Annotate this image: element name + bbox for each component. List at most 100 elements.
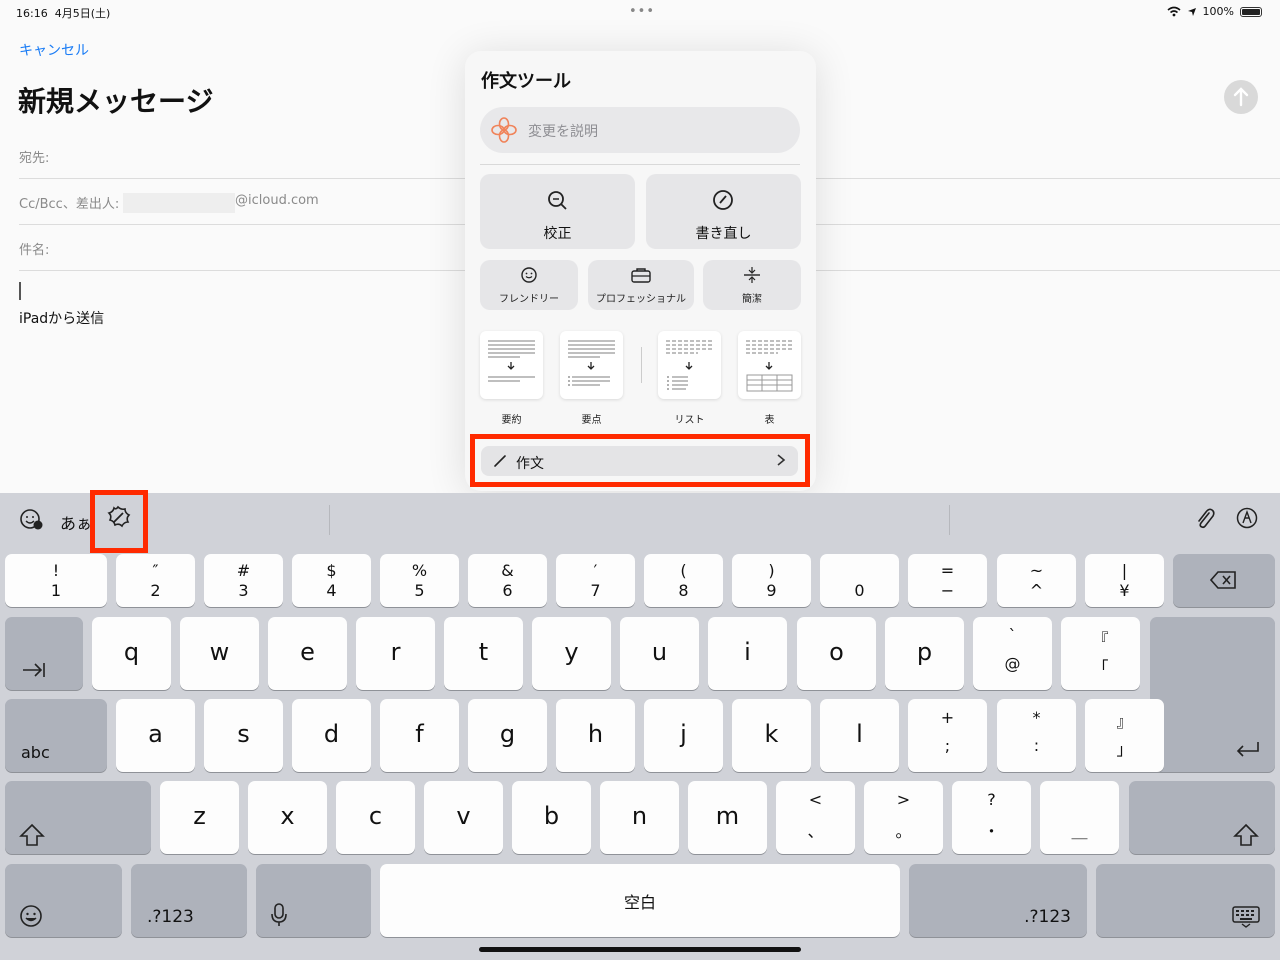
key-q-extra-1[interactable]: 『「 <box>1061 617 1140 690</box>
list-card[interactable] <box>658 331 721 399</box>
key-g[interactable]: g <box>468 699 547 772</box>
paperclip-icon[interactable] <box>1194 507 1216 531</box>
key-i[interactable]: i <box>708 617 787 690</box>
key-q-extra-0[interactable]: ` @ <box>973 617 1052 690</box>
key-t[interactable]: t <box>444 617 523 690</box>
table-card[interactable] <box>738 331 801 399</box>
emoji-search-icon[interactable] <box>19 508 45 532</box>
key-y[interactable]: y <box>532 617 611 690</box>
key-num-10[interactable]: = − <box>908 554 987 607</box>
wifi-icon <box>1167 6 1181 17</box>
key-points-card[interactable] <box>560 331 623 399</box>
cancel-button[interactable]: キャンセル <box>19 40 89 60</box>
key-y-label: y <box>564 638 579 666</box>
key-r[interactable]: r <box>356 617 435 690</box>
key-m[interactable]: m <box>688 781 767 854</box>
key-v[interactable]: v <box>424 781 503 854</box>
key-s[interactable]: s <box>204 699 283 772</box>
key-num-1[interactable]: ″ 2 <box>116 554 195 607</box>
ime-toggle[interactable]: あぁ <box>60 510 92 534</box>
key-num-3-bottom-label: 4 <box>326 581 337 600</box>
key-p[interactable]: p <box>885 617 964 690</box>
proofread-button[interactable]: 校正 <box>480 174 635 249</box>
toolbar-separator <box>949 505 950 535</box>
delete-key[interactable] <box>1173 554 1275 607</box>
abc-key[interactable]: abc <box>5 699 107 772</box>
key-o[interactable]: o <box>797 617 876 690</box>
key-num-9[interactable]: 0 <box>820 554 899 607</box>
shift-key-right[interactable] <box>1129 781 1275 854</box>
summary-card[interactable] <box>480 331 543 399</box>
key-b[interactable]: b <box>512 781 591 854</box>
key-num-10-top-label: = <box>940 561 955 580</box>
key-num-7[interactable]: (8 <box>644 554 723 607</box>
key-f[interactable]: f <box>380 699 459 772</box>
friendly-button[interactable]: フレンドリー <box>480 260 578 310</box>
shift-key-left[interactable] <box>5 781 151 854</box>
key-u[interactable]: u <box>620 617 699 690</box>
multitasking-dots-icon[interactable]: ••• <box>629 4 655 19</box>
key-h[interactable]: h <box>556 699 635 772</box>
key-z-extra-1[interactable]: >。 <box>864 781 943 854</box>
key-f-label: f <box>415 720 424 748</box>
key-j[interactable]: j <box>644 699 723 772</box>
key-z-extra-0[interactable]: <、 <box>776 781 855 854</box>
numbers-key-left[interactable]: .?123 <box>131 864 247 937</box>
key-num-0[interactable]: ! 1 <box>5 554 107 607</box>
key-a-extra-1[interactable]: *: <box>997 699 1076 772</box>
return-key[interactable] <box>1150 617 1275 772</box>
key-num-3-top-label: $ <box>326 561 337 580</box>
shift-icon <box>1233 823 1259 846</box>
rewrite-button[interactable]: 書き直し <box>646 174 801 249</box>
delete-icon <box>1210 571 1236 589</box>
key-n[interactable]: n <box>600 781 679 854</box>
key-num-4[interactable]: % 5 <box>380 554 459 607</box>
key-z[interactable]: z <box>160 781 239 854</box>
key-t-label: t <box>478 638 489 666</box>
key-k[interactable]: k <box>732 699 811 772</box>
list-label: リスト <box>674 415 705 426</box>
key-num-8[interactable]: ) 9 <box>732 554 811 607</box>
key-num-5[interactable]: & 6 <box>468 554 547 607</box>
professional-button[interactable]: プロフェッショナル <box>588 260 694 310</box>
key-a-extra-2[interactable]: 』」 <box>1085 699 1164 772</box>
emoji-key[interactable] <box>5 864 122 937</box>
key-q[interactable]: q <box>92 617 171 690</box>
numbers-key-right[interactable]: .?123 <box>909 864 1087 937</box>
signature-text[interactable]: iPadから送信 <box>19 308 104 328</box>
key-a[interactable]: a <box>116 699 195 772</box>
key-num-12[interactable]: | ¥ <box>1085 554 1164 607</box>
key-num-2-top-label: # <box>236 561 251 580</box>
key-a-extra-0[interactable]: +; <box>908 699 987 772</box>
text-cursor <box>19 282 21 300</box>
concise-button[interactable]: 簡潔 <box>703 260 801 310</box>
send-button[interactable] <box>1224 80 1258 114</box>
key-k-label: k <box>764 720 779 748</box>
key-num-3[interactable]: $4 <box>292 554 371 607</box>
tab-key[interactable] <box>5 617 83 690</box>
key-num-11[interactable]: ~ ^ <box>997 554 1076 607</box>
key-x[interactable]: x <box>248 781 327 854</box>
key-x-label: x <box>280 802 295 830</box>
key-num-0-top-label: ! <box>52 561 60 580</box>
markup-pen-icon[interactable] <box>1236 507 1258 529</box>
key-d[interactable]: d <box>292 699 371 772</box>
key-l[interactable]: l <box>820 699 899 772</box>
dismiss-keyboard-key[interactable] <box>1096 864 1275 937</box>
describe-change-input[interactable]: 変更を説明 <box>480 107 800 153</box>
space-key[interactable]: 空白 <box>380 864 900 937</box>
key-w[interactable]: w <box>180 617 259 690</box>
key-w-label: w <box>209 638 230 666</box>
key-z-label: z <box>193 802 206 830</box>
summary-doc-icon <box>488 340 535 382</box>
key-num-2[interactable]: #3 <box>204 554 283 607</box>
key-z-extra-2[interactable]: ? ・ <box>952 781 1031 854</box>
key-z-extra-3[interactable]: ＿ <box>1040 781 1119 854</box>
key-num-12-top-label: | <box>1121 561 1128 580</box>
key-c[interactable]: c <box>336 781 415 854</box>
key-v-label: v <box>456 802 471 830</box>
dictation-key[interactable] <box>256 864 371 937</box>
key-num-12-bottom-label: ¥ <box>1119 581 1130 600</box>
key-e[interactable]: e <box>268 617 347 690</box>
key-num-6[interactable]: ′ 7 <box>556 554 635 607</box>
